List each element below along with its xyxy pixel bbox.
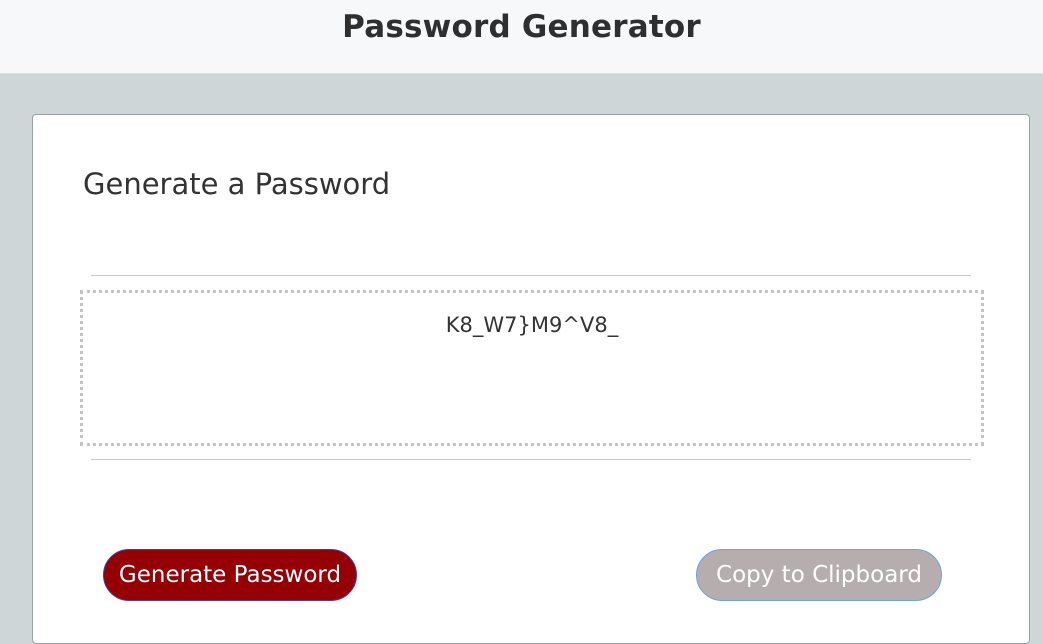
password-output[interactable]: K8_W7}M9^V8_: [80, 290, 984, 446]
divider-bottom: [91, 459, 971, 460]
copy-to-clipboard-button[interactable]: Copy to Clipboard: [696, 549, 942, 601]
card-title: Generate a Password: [83, 167, 391, 201]
app-header: Password Generator: [0, 0, 1043, 74]
app-title: Password Generator: [342, 8, 701, 45]
generator-card: Generate a Password K8_W7}M9^V8_ Generat…: [32, 114, 1030, 644]
generate-password-button[interactable]: Generate Password: [103, 549, 357, 601]
divider-top: [91, 275, 971, 276]
